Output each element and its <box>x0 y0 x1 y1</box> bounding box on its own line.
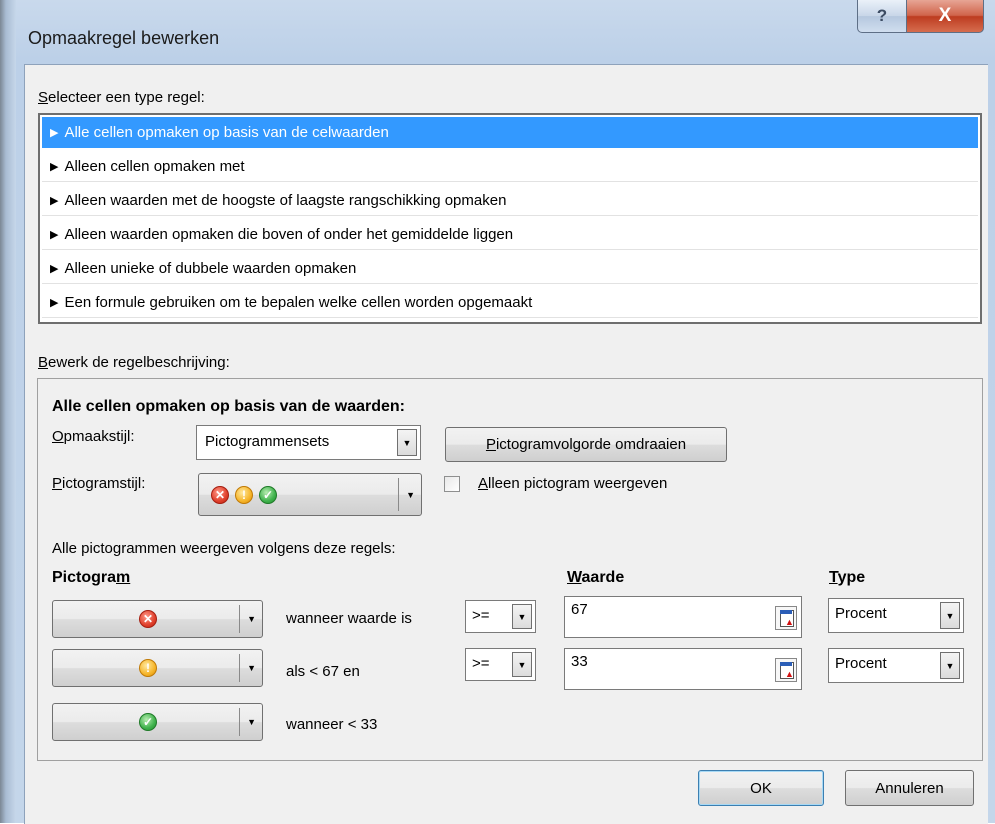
row2-icon-dropdown[interactable]: ! ▼ <box>52 649 263 687</box>
rule-type-item[interactable]: ▶ Alleen waarden met de hoogste of laagst… <box>42 185 978 216</box>
row2-condition-text: als < 67 en <box>286 663 360 680</box>
row1-value-input[interactable]: 67 <box>564 596 802 638</box>
column-header-icon: Pictogram <box>52 569 131 586</box>
icon-style-dropdown[interactable]: ✕ ! ✓ ▼ <box>198 473 422 516</box>
row1-type-dropdown[interactable]: Procent ▼ <box>828 598 964 633</box>
close-button[interactable]: X <box>906 0 984 33</box>
rule-type-item[interactable]: ▶ Alleen waarden opmaken die boven of ond… <box>42 219 978 250</box>
rule-description-label: Bewerk de regelbeschrijving: <box>38 354 230 371</box>
chevron-down-icon: ▼ <box>247 614 256 624</box>
rule-type-item[interactable]: ▶ Alleen cellen opmaken met <box>42 151 978 182</box>
cancel-button[interactable]: Annuleren <box>845 770 974 806</box>
chevron-down-icon[interactable]: ▼ <box>397 429 417 456</box>
red-x-icon: ✕ <box>139 610 157 628</box>
green-check-icon: ✓ <box>259 486 277 504</box>
green-check-icon: ✓ <box>139 713 157 731</box>
column-header-type: Type <box>829 569 866 586</box>
chevron-down-icon: ▼ <box>247 663 256 673</box>
window-title: Opmaakregel bewerken <box>28 28 220 48</box>
rule-type-item[interactable]: ▶ Alleen unieke of dubbele waarden opmake… <box>42 253 978 284</box>
column-header-value: Waarde <box>567 569 625 586</box>
triangle-bullet-icon: ▶ <box>50 126 59 139</box>
chevron-down-icon[interactable]: ▼ <box>940 652 960 679</box>
help-button[interactable]: ? <box>857 0 907 33</box>
triangle-bullet-icon: ▶ <box>50 262 59 275</box>
show-icon-only-checkbox[interactable] <box>444 476 460 492</box>
rule-type-label: Selecteer een type regel: <box>38 89 205 106</box>
row1-icon-dropdown[interactable]: ✕ ▼ <box>52 600 263 638</box>
row3-icon-dropdown[interactable]: ✓ ▼ <box>52 703 263 741</box>
row1-condition-text: wanneer waarde is <box>286 610 412 627</box>
triangle-bullet-icon: ▶ <box>50 194 59 207</box>
triangle-bullet-icon: ▶ <box>50 296 59 309</box>
rule-type-item[interactable]: ▶ Een formule gebruiken om te bepalen wel… <box>42 287 978 318</box>
cell-reference-icon[interactable]: ▲ <box>775 658 797 682</box>
chevron-down-icon[interactable]: ▼ <box>512 604 532 629</box>
reverse-icon-order-button[interactable]: Pictogramvolgorde omdraaien <box>445 427 727 462</box>
chevron-down-icon[interactable]: ▼ <box>512 652 532 677</box>
ok-button[interactable]: OK <box>698 770 824 806</box>
yellow-exclamation-icon: ! <box>139 659 157 677</box>
triangle-bullet-icon: ▶ <box>50 228 59 241</box>
chevron-down-icon: ▼ <box>247 717 256 727</box>
chevron-down-icon[interactable]: ▼ <box>940 602 960 629</box>
yellow-exclamation-icon: ! <box>235 486 253 504</box>
row2-type-dropdown[interactable]: Procent ▼ <box>828 648 964 683</box>
row2-operator-dropdown[interactable]: >= ▼ <box>465 648 536 681</box>
red-x-icon: ✕ <box>211 486 229 504</box>
triangle-bullet-icon: ▶ <box>50 160 59 173</box>
row2-value-input[interactable]: 33 <box>564 648 802 690</box>
close-icon: X <box>938 5 952 26</box>
rule-type-item[interactable]: ▶ Alle cellen opmaken op basis van de cel… <box>42 117 978 148</box>
show-icon-only-label: Alleen pictogram weergeven <box>478 475 668 492</box>
rule-type-list[interactable]: ▶ Alle cellen opmaken op basis van de cel… <box>38 113 982 324</box>
row3-condition-text: wanneer < 33 <box>286 716 378 733</box>
cell-reference-icon[interactable]: ▲ <box>775 606 797 630</box>
description-heading: Alle cellen opmaken op basis van de waar… <box>52 398 406 415</box>
window-left-edge <box>0 0 16 823</box>
help-icon: ? <box>876 6 888 25</box>
format-style-dropdown[interactable]: Pictogrammensets ▼ <box>196 425 421 460</box>
icon-style-label: Pictogramstijl: <box>52 475 146 492</box>
rules-intro-text: Alle pictogrammen weergeven volgens deze… <box>52 540 396 557</box>
chevron-down-icon: ▼ <box>406 489 415 500</box>
format-style-label: Opmaakstijl: <box>52 428 135 445</box>
row1-operator-dropdown[interactable]: >= ▼ <box>465 600 536 633</box>
